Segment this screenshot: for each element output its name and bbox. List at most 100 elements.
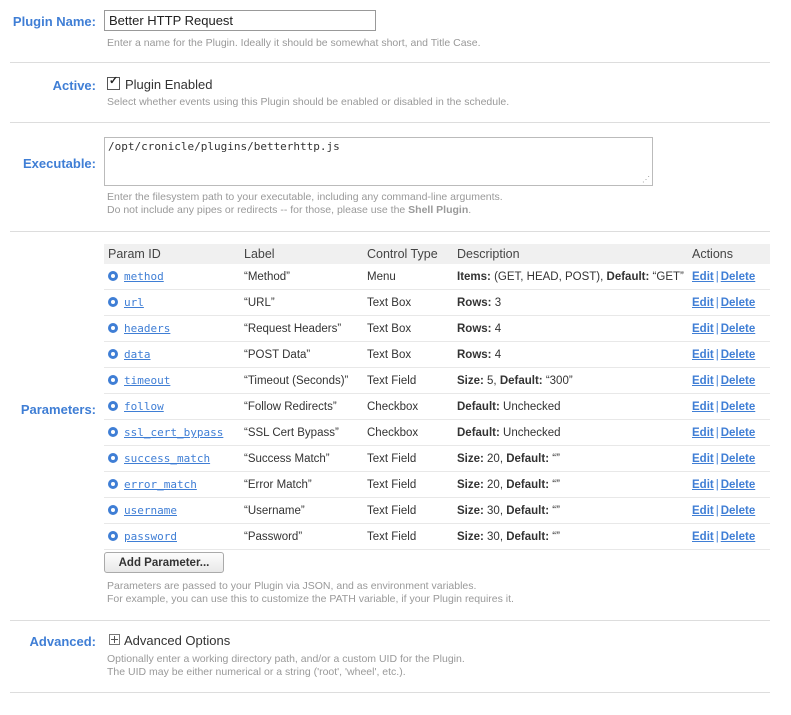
checkmark-icon: ✓: [109, 75, 119, 87]
advanced-caption-line2: The UID may be either numerical or a str…: [107, 666, 406, 678]
param-actions-cell: Edit | Delete: [688, 367, 770, 394]
param-id-link[interactable]: data: [124, 348, 151, 361]
delete-link[interactable]: Delete: [721, 427, 756, 439]
plugin-enabled-label: Plugin Enabled: [125, 77, 213, 92]
executable-label: Executable:: [23, 156, 96, 171]
param-id-link[interactable]: ssl_cert_bypass: [124, 426, 223, 439]
column-header-description: Description: [453, 244, 688, 264]
table-row: username “Username” Text Field Size: 30, De…: [104, 497, 770, 524]
desc-key: Rows:: [457, 348, 492, 361]
gear-icon: [108, 531, 118, 541]
edit-link[interactable]: Edit: [692, 531, 714, 543]
table-row: follow “Follow Redirects” Checkbox Default:…: [104, 393, 770, 420]
delete-link[interactable]: Delete: [721, 271, 756, 283]
action-separator: |: [715, 322, 719, 335]
param-id-cell: method: [104, 264, 240, 290]
table-row: success_match “Success Match” Text Field Si…: [104, 445, 770, 472]
executable-caption: Enter the filesystem path to your execut…: [107, 191, 503, 217]
desc-key: Size:: [457, 478, 484, 491]
param-actions-cell: Edit | Delete: [688, 315, 770, 342]
param-actions-cell: Edit | Delete: [688, 289, 770, 316]
param-id-cell: follow: [104, 393, 240, 420]
desc-key: Size:: [457, 530, 484, 543]
edit-link[interactable]: Edit: [692, 349, 714, 361]
param-control-type-cell: Text Box: [363, 289, 453, 316]
resize-grip-icon[interactable]: ⋰: [642, 175, 650, 184]
expand-plus-icon[interactable]: [109, 634, 120, 645]
edit-link[interactable]: Edit: [692, 505, 714, 517]
desc-key-2: Default:: [606, 270, 650, 283]
param-control-type-cell: Text Field: [363, 497, 453, 524]
executable-caption-line2: Do not include any pipes or redirects --…: [107, 204, 503, 217]
plugin-enabled-checkbox-row[interactable]: ✓ Plugin Enabled: [107, 75, 213, 92]
param-control-type-cell: Checkbox: [363, 393, 453, 420]
desc-key: Rows:: [457, 322, 492, 335]
param-label-cell: “Follow Redirects”: [240, 393, 363, 420]
table-row: ssl_cert_bypass “SSL Cert Bypass” Checkbox…: [104, 419, 770, 446]
column-header-label: Label: [240, 244, 363, 264]
param-id-link[interactable]: follow: [124, 400, 164, 413]
shell-plugin-text: Shell Plugin: [408, 204, 469, 216]
delete-link[interactable]: Delete: [721, 375, 756, 387]
gear-icon: [108, 401, 118, 411]
param-id-link[interactable]: password: [124, 530, 177, 543]
param-actions-cell: Edit | Delete: [688, 523, 770, 550]
executable-caption-line2-prefix: Do not include any pipes or redirects --…: [107, 204, 409, 216]
action-separator: |: [715, 530, 719, 543]
edit-link[interactable]: Edit: [692, 401, 714, 413]
param-id-link[interactable]: url: [124, 296, 144, 309]
action-separator: |: [715, 400, 719, 413]
delete-link[interactable]: Delete: [721, 453, 756, 465]
delete-link[interactable]: Delete: [721, 479, 756, 491]
executable-textarea[interactable]: /opt/cronicle/plugins/betterhttp.js ⋰: [104, 137, 653, 186]
edit-link[interactable]: Edit: [692, 271, 714, 283]
delete-link[interactable]: Delete: [721, 349, 756, 361]
gear-icon: [108, 323, 118, 333]
param-label-cell: “Error Match”: [240, 471, 363, 498]
param-description-cell: Size: 20, Default: “”: [453, 445, 688, 472]
delete-link[interactable]: Delete: [721, 297, 756, 309]
edit-link[interactable]: Edit: [692, 453, 714, 465]
param-id-link[interactable]: error_match: [124, 478, 197, 491]
divider: [10, 620, 770, 621]
advanced-options-toggle[interactable]: Advanced Options: [109, 633, 230, 648]
delete-link[interactable]: Delete: [721, 401, 756, 413]
desc-key: Size:: [457, 374, 484, 387]
plugin-name-input[interactable]: Better HTTP Request: [104, 10, 376, 31]
param-actions-cell: Edit | Delete: [688, 393, 770, 420]
param-id-link[interactable]: timeout: [124, 374, 170, 387]
divider: [10, 692, 770, 693]
param-id-link[interactable]: method: [124, 270, 164, 283]
param-actions-cell: Edit | Delete: [688, 341, 770, 368]
param-description-cell: Rows: 3: [453, 289, 688, 316]
desc-key-2: Default:: [506, 530, 550, 543]
param-id-cell: headers: [104, 315, 240, 342]
param-id-link[interactable]: headers: [124, 322, 170, 335]
edit-link[interactable]: Edit: [692, 375, 714, 387]
desc-value-2: “GET”: [649, 270, 684, 283]
advanced-options-label: Advanced Options: [124, 633, 231, 648]
param-id-link[interactable]: success_match: [124, 452, 210, 465]
param-id-cell: username: [104, 497, 240, 524]
delete-link[interactable]: Delete: [721, 505, 756, 517]
desc-value-2: “”: [549, 452, 560, 465]
edit-link[interactable]: Edit: [692, 297, 714, 309]
param-description-cell: Rows: 4: [453, 315, 688, 342]
edit-link[interactable]: Edit: [692, 479, 714, 491]
param-control-type-cell: Text Field: [363, 471, 453, 498]
desc-value: 4: [491, 348, 502, 361]
delete-link[interactable]: Delete: [721, 323, 756, 335]
plugin-name-label: Plugin Name:: [12, 14, 96, 29]
param-id-link[interactable]: username: [124, 504, 177, 517]
plugin-name-caption: Enter a name for the Plugin. Ideally it …: [107, 37, 481, 49]
param-control-type-cell: Menu: [363, 264, 453, 290]
add-parameter-button[interactable]: Add Parameter...: [104, 552, 224, 573]
param-control-type-cell: Text Field: [363, 523, 453, 550]
plugin-enabled-checkbox[interactable]: ✓: [107, 75, 120, 90]
desc-value: 20,: [483, 478, 507, 491]
edit-link[interactable]: Edit: [692, 427, 714, 439]
param-description-cell: Rows: 4: [453, 341, 688, 368]
desc-value-2: “”: [549, 530, 560, 543]
edit-link[interactable]: Edit: [692, 323, 714, 335]
delete-link[interactable]: Delete: [721, 531, 756, 543]
